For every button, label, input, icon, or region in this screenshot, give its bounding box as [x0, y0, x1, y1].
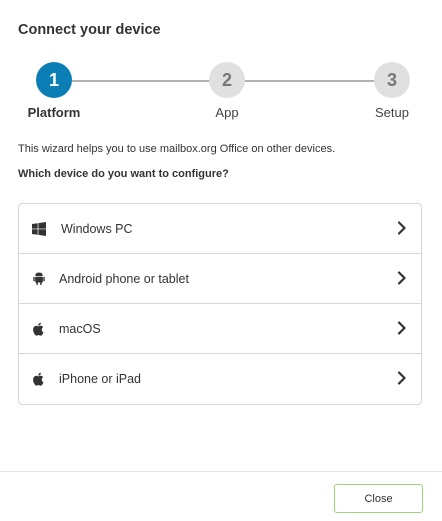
device-list: Windows PC Android phone or tablet macOS… [18, 203, 422, 405]
device-question: Which device do you want to configure? [18, 168, 229, 180]
step-label: App [215, 105, 239, 120]
device-label: macOS [59, 321, 101, 336]
step-app: 2 App [177, 62, 277, 120]
apple-icon [31, 371, 47, 387]
device-option-windows[interactable]: Windows PC [19, 204, 421, 254]
wizard-stepper: 1 Platform 2 App 3 Setup [0, 62, 442, 132]
apple-icon [31, 321, 47, 337]
chevron-right-icon [397, 321, 407, 335]
step-label: Setup [375, 105, 409, 120]
close-button[interactable]: Close [334, 484, 423, 513]
dialog-title: Connect your device [18, 22, 161, 38]
step-number: 1 [36, 62, 72, 98]
device-label: Android phone or tablet [59, 271, 189, 286]
chevron-right-icon [397, 221, 407, 235]
footer-divider [0, 471, 442, 472]
device-option-macos[interactable]: macOS [19, 304, 421, 354]
step-setup: 3 Setup [342, 62, 442, 120]
step-label: Platform [27, 105, 81, 120]
device-label: Windows PC [61, 221, 133, 236]
step-platform: 1 Platform [4, 62, 104, 120]
step-number: 2 [209, 62, 245, 98]
windows-icon [31, 221, 47, 237]
chevron-right-icon [397, 371, 407, 385]
device-label: iPhone or iPad [59, 372, 142, 386]
device-option-iphone-ipad[interactable]: iPhone or iPad [19, 354, 421, 404]
intro-text: This wizard helps you to use mailbox.org… [18, 143, 336, 155]
device-option-android[interactable]: Android phone or tablet [19, 254, 421, 304]
step-number: 3 [374, 62, 410, 98]
chevron-right-icon [397, 271, 407, 285]
android-icon [31, 271, 47, 287]
